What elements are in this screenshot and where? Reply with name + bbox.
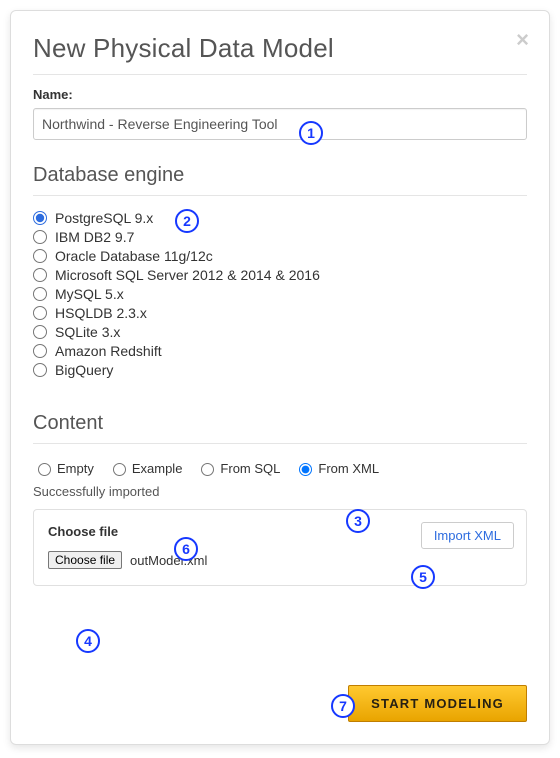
engine-radio-mysql[interactable] — [33, 287, 47, 301]
engine-label: BigQuery — [55, 362, 113, 378]
engine-label: IBM DB2 9.7 — [55, 229, 134, 245]
engine-label: PostgreSQL 9.x — [55, 210, 153, 226]
engine-list: PostgreSQL 9.x IBM DB2 9.7 Oracle Databa… — [33, 210, 527, 378]
dialog-title: New Physical Data Model — [33, 33, 527, 75]
name-label: Name: — [33, 87, 527, 102]
content-label: Example — [132, 461, 183, 476]
engine-radio-oracle[interactable] — [33, 249, 47, 263]
engine-radio-redshift[interactable] — [33, 344, 47, 358]
import-xml-button[interactable]: Import XML — [421, 522, 514, 549]
engine-label: Amazon Redshift — [55, 343, 162, 359]
import-status: Successfully imported — [33, 484, 527, 499]
engine-label: SQLite 3.x — [55, 324, 120, 340]
content-radios: Empty Example From SQL From XML — [33, 460, 527, 476]
engine-radio-hsqldb[interactable] — [33, 306, 47, 320]
content-radio-empty[interactable] — [38, 463, 51, 476]
chosen-file-name: outModel.xml — [130, 553, 207, 568]
engine-label: Oracle Database 11g/12c — [55, 248, 213, 264]
engine-label: HSQLDB 2.3.x — [55, 305, 147, 321]
engine-radio-mssql[interactable] — [33, 268, 47, 282]
engine-radio-bigquery[interactable] — [33, 363, 47, 377]
annotation-4: 4 — [76, 629, 100, 653]
content-label: From SQL — [220, 461, 280, 476]
section-content-title: Content — [33, 412, 527, 444]
dialog-new-model: × New Physical Data Model Name: Database… — [10, 10, 550, 745]
file-panel: Choose file Import XML Choose file outMo… — [33, 509, 527, 586]
content-label: From XML — [318, 461, 379, 476]
content-label: Empty — [57, 461, 94, 476]
engine-radio-db2[interactable] — [33, 230, 47, 244]
content-radio-fromsql[interactable] — [201, 463, 214, 476]
content-radio-example[interactable] — [113, 463, 126, 476]
name-input[interactable] — [33, 108, 527, 140]
engine-radio-sqlite[interactable] — [33, 325, 47, 339]
engine-radio-postgresql[interactable] — [33, 211, 47, 225]
engine-label: MySQL 5.x — [55, 286, 124, 302]
engine-label: Microsoft SQL Server 2012 & 2014 & 2016 — [55, 267, 320, 283]
choose-file-button[interactable]: Choose file — [48, 551, 122, 569]
close-icon[interactable]: × — [516, 29, 529, 51]
section-engine-title: Database engine — [33, 164, 527, 196]
start-modeling-button[interactable]: START MODELING — [348, 685, 527, 722]
content-radio-fromxml[interactable] — [299, 463, 312, 476]
